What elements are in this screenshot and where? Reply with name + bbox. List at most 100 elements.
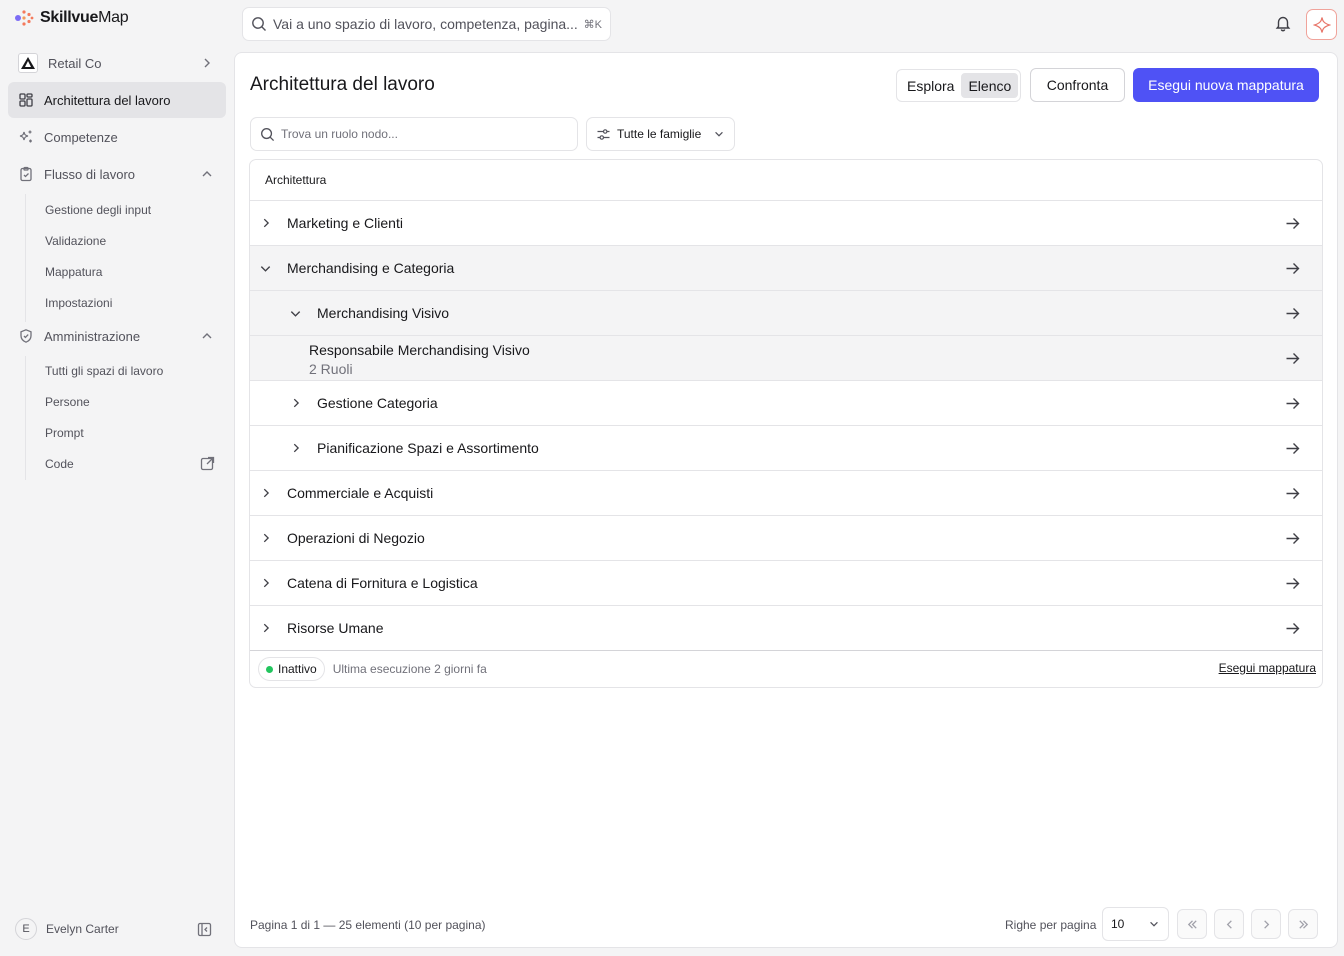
sidebar-subitem-prompt[interactable]: Prompt: [45, 426, 84, 440]
arrow-right-icon[interactable]: [1285, 531, 1300, 546]
org-logo-icon: [18, 53, 38, 73]
org-switcher[interactable]: Retail Co: [8, 45, 226, 81]
chevron-right-icon[interactable]: [290, 442, 302, 454]
avatar: E: [15, 918, 37, 940]
table-row[interactable]: Risorse Umane: [250, 606, 1322, 651]
chevron-down-icon: [715, 131, 723, 137]
sidebar-item-workflow[interactable]: Flusso di lavoro: [8, 156, 226, 192]
global-search-placeholder: Vai a uno spazio di lavoro, competenza, …: [273, 16, 578, 32]
rows-per-page-label: Righe per pagina: [1005, 918, 1097, 932]
external-link-icon[interactable]: [200, 456, 215, 471]
search-shortcut: ⌘K: [583, 18, 602, 31]
chevron-right-icon[interactable]: [260, 217, 272, 229]
chevron-right-icon[interactable]: [260, 487, 272, 499]
sidebar-subitem-validation[interactable]: Validazione: [45, 234, 106, 248]
previous-page-button[interactable]: [1214, 909, 1244, 939]
sidebar-subitem-queues[interactable]: Code: [45, 457, 74, 471]
arrow-right-icon[interactable]: [1285, 621, 1300, 636]
arrow-right-icon[interactable]: [1285, 351, 1300, 366]
chevron-down-icon[interactable]: [289, 307, 302, 320]
node-search-placeholder: Trova un ruolo nodo...: [281, 127, 398, 141]
table-row[interactable]: Gestione Categoria: [250, 381, 1322, 426]
last-page-button[interactable]: [1288, 909, 1318, 939]
arrow-right-icon[interactable]: [1285, 441, 1300, 456]
sidebar-item-skills[interactable]: Competenze: [8, 119, 226, 155]
arrow-right-icon[interactable]: [1285, 576, 1300, 591]
chevron-up-icon: [202, 333, 212, 339]
rows-per-page-select[interactable]: 10: [1102, 907, 1169, 941]
chevrons-left-icon: [1187, 919, 1197, 929]
top-bar: SkillvueMap Vai a uno spazio di lavoro, …: [0, 0, 1344, 48]
table-row[interactable]: Responsabile Merchandising Visivo 2 Ruol…: [250, 336, 1322, 381]
table-row[interactable]: Operazioni di Negozio: [250, 516, 1322, 561]
node-search-input[interactable]: Trova un ruolo nodo...: [250, 117, 578, 151]
run-mapping-link[interactable]: Esegui mappatura: [1219, 661, 1316, 675]
rows-per-page-value: 10: [1111, 917, 1125, 931]
family-filter-dropdown[interactable]: Tutte le famiglie: [586, 117, 735, 151]
sparkle-icon: [1312, 16, 1331, 33]
sidebar-subitem-mapping[interactable]: Mappatura: [45, 265, 102, 279]
sidebar: Retail Co Architettura del lavoro Compet…: [0, 48, 234, 956]
table-row[interactable]: Commerciale e Acquisti: [250, 471, 1322, 516]
first-page-button[interactable]: [1177, 909, 1207, 939]
main-panel: Architettura del lavoro Esplora Elenco C…: [234, 52, 1338, 948]
table-footer: Inattivo Ultima esecuzione 2 giorni fa E…: [250, 649, 1322, 687]
user-profile[interactable]: E Evelyn Carter: [15, 918, 119, 940]
sidebar-item-label: Competenze: [44, 129, 118, 145]
skillvue-logo-icon: [15, 10, 34, 26]
sidebar-item-label: Amministrazione: [44, 328, 141, 344]
grid-icon: [19, 93, 33, 107]
brand-logo[interactable]: SkillvueMap: [14, 8, 129, 28]
page-title: Architettura del lavoro: [250, 74, 435, 95]
chevron-down-icon[interactable]: [259, 262, 272, 275]
row-label: Merchandising Visivo: [317, 305, 450, 321]
table-row[interactable]: Catena di Fornitura e Logistica: [250, 561, 1322, 606]
shield-icon: [20, 329, 32, 343]
next-page-button[interactable]: [1251, 909, 1281, 939]
chevron-right-icon[interactable]: [260, 622, 272, 634]
chevron-left-icon: [1226, 919, 1232, 929]
sidebar-subitem-people[interactable]: Persone: [45, 395, 90, 409]
sidebar-subitem-settings[interactable]: Impostazioni: [45, 296, 112, 310]
table-row[interactable]: Merchandising e Categoria: [250, 246, 1322, 291]
filter-sliders-icon: [597, 128, 610, 140]
sidebar-collapse-icon[interactable]: [197, 922, 212, 937]
view-option-list[interactable]: Elenco: [961, 73, 1019, 98]
sidebar-subitem-input-management[interactable]: Gestione degli input: [45, 203, 151, 217]
chevron-right-icon: [204, 58, 210, 68]
architecture-table: Architettura Marketing e Clienti Merchan…: [249, 159, 1323, 688]
table-row[interactable]: Marketing e Clienti: [250, 201, 1322, 246]
chevron-right-icon[interactable]: [290, 397, 302, 409]
chevron-right-icon[interactable]: [260, 577, 272, 589]
view-option-explore[interactable]: Esplora: [900, 73, 961, 98]
arrow-right-icon[interactable]: [1285, 396, 1300, 411]
run-new-mapping-button[interactable]: Esegui nuova mappatura: [1133, 68, 1319, 102]
brand-name-bold: Skillvue: [40, 9, 99, 26]
arrow-right-icon[interactable]: [1285, 216, 1300, 231]
global-search[interactable]: Vai a uno spazio di lavoro, competenza, …: [242, 7, 611, 41]
role-count: 2 Ruoli: [309, 361, 353, 377]
sidebar-item-work-architecture[interactable]: Architettura del lavoro: [8, 82, 226, 118]
chevrons-right-icon: [1298, 919, 1308, 929]
ai-assistant-button[interactable]: [1306, 9, 1337, 40]
last-run-text: Ultima esecuzione 2 giorni fa: [332, 662, 487, 676]
row-label: Commerciale e Acquisti: [287, 485, 434, 501]
sidebar-subitem-all-workspaces[interactable]: Tutti gli spazi di lavoro: [45, 364, 163, 378]
chevron-right-icon[interactable]: [260, 532, 272, 544]
brand-name: SkillvueMap: [40, 9, 129, 27]
table-row[interactable]: Pianificazione Spazi e Assortimento: [250, 426, 1322, 471]
table-row[interactable]: Merchandising Visivo: [250, 291, 1322, 336]
search-icon: [252, 17, 266, 31]
notifications-button[interactable]: [1274, 14, 1292, 32]
arrow-right-icon[interactable]: [1285, 306, 1300, 321]
sidebar-item-administration[interactable]: Amministrazione: [8, 318, 226, 354]
sidebar-item-label: Architettura del lavoro: [44, 92, 171, 108]
compare-button[interactable]: Confronta: [1030, 68, 1125, 102]
search-icon: [261, 127, 275, 141]
org-name: Retail Co: [48, 55, 102, 71]
sidebar-item-label: Flusso di lavoro: [44, 166, 136, 182]
arrow-right-icon[interactable]: [1285, 486, 1300, 501]
status-dot: [266, 665, 273, 673]
row-label: Risorse Umane: [287, 620, 384, 636]
arrow-right-icon[interactable]: [1285, 261, 1300, 276]
